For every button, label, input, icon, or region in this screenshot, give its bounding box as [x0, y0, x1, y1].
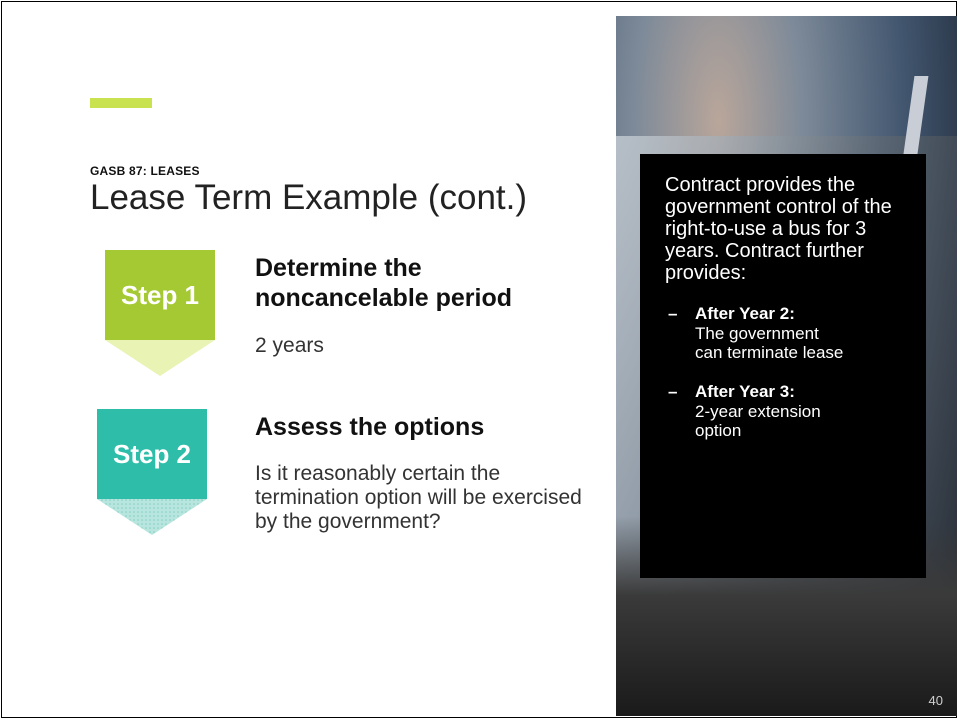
step-2-badge: Step 2 — [97, 409, 207, 535]
accent-bar — [90, 98, 152, 108]
info-bullet-title: After Year 2: — [695, 304, 795, 323]
step-2-label: Step 2 — [97, 409, 207, 499]
step-1-arrow — [105, 340, 215, 376]
slide-kicker: GASB 87: LEASES — [90, 164, 200, 178]
info-bullet: – After Year 2: The government can termi… — [665, 304, 908, 362]
dash-icon: – — [668, 382, 678, 401]
step-1-label: Step 1 — [105, 250, 215, 340]
info-bullet-text: 2-year extension option — [695, 402, 821, 440]
info-intro: Contract provides the government control… — [665, 174, 892, 284]
page-number: 40 — [928, 693, 943, 708]
step-1-badge: Step 1 — [105, 250, 215, 376]
info-bullet-title: After Year 3: — [695, 382, 795, 401]
step-2-body: Is it reasonably certain the termination… — [255, 462, 582, 533]
step-1-body: 2 years — [255, 334, 324, 357]
step-2-heading: Assess the options — [255, 413, 485, 441]
info-bullet-text: The government can terminate lease — [695, 324, 844, 362]
dash-icon: – — [668, 304, 678, 323]
info-box: Contract provides the government control… — [640, 154, 926, 578]
info-bullet: – After Year 3: 2-year extension option — [665, 382, 908, 440]
step-2-arrow — [97, 499, 207, 535]
step-1-heading: Determine the noncancelable period — [255, 254, 513, 312]
slide-title: Lease Term Example (cont.) — [90, 178, 528, 217]
